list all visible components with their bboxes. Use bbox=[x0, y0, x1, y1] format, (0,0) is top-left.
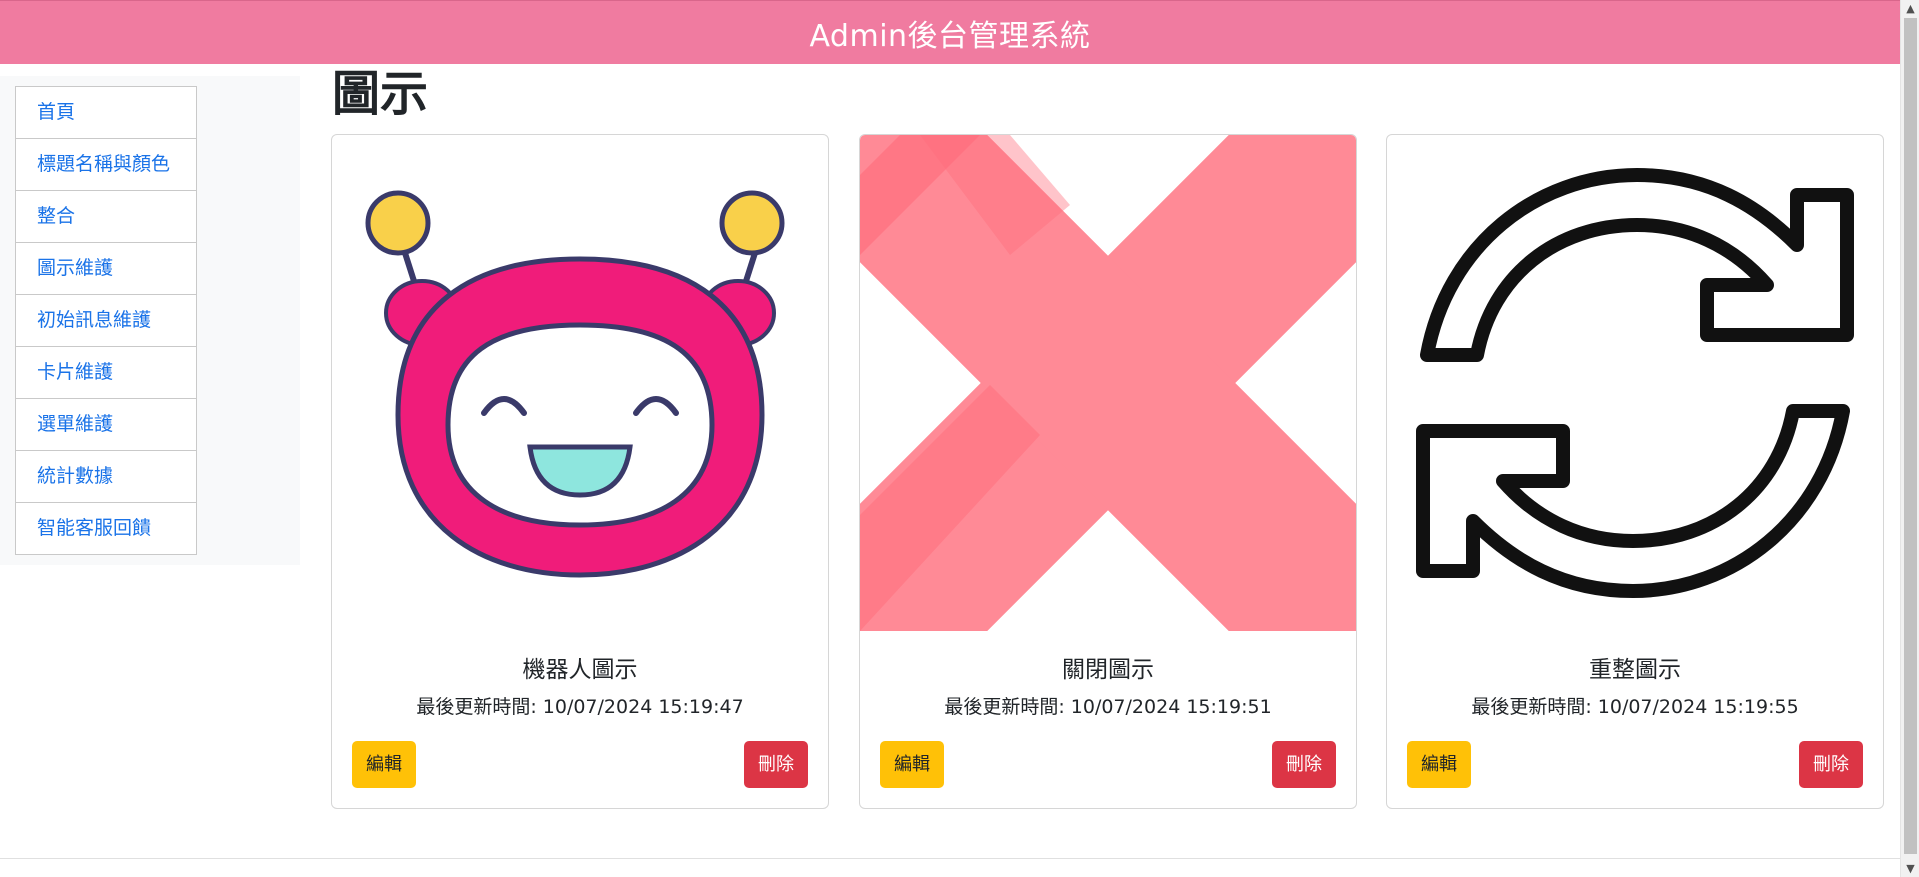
edit-button[interactable]: 編輯 bbox=[1407, 741, 1471, 788]
icon-card-refresh: 重整圖示 最後更新時間: 10/07/2024 15:19:55 編輯 刪除 bbox=[1386, 134, 1884, 809]
sidebar-item-integration[interactable]: 整合 bbox=[15, 191, 197, 243]
sidebar-item-feedback[interactable]: 智能客服回饋 bbox=[15, 503, 197, 555]
delete-button[interactable]: 刪除 bbox=[1799, 741, 1863, 788]
sidebar-item-initial-message[interactable]: 初始訊息維護 bbox=[15, 295, 197, 347]
scrollbar-thumb[interactable] bbox=[1904, 18, 1917, 854]
refresh-icon bbox=[1387, 135, 1883, 631]
delete-button[interactable]: 刪除 bbox=[1272, 741, 1336, 788]
scroll-up-icon[interactable]: ▲ bbox=[1901, 0, 1919, 17]
icon-card-robot: 機器人圖示 最後更新時間: 10/07/2024 15:19:47 編輯 刪除 bbox=[331, 134, 829, 809]
card-name: 關閉圖示 bbox=[1062, 657, 1154, 683]
delete-button[interactable]: 刪除 bbox=[744, 741, 808, 788]
sidebar-nav: 首頁 標題名稱與顏色 整合 圖示維護 初始訊息維護 卡片維護 選單維護 統計數據… bbox=[15, 86, 197, 555]
sidebar-item-icon-maintenance[interactable]: 圖示維護 bbox=[15, 243, 197, 295]
card-updated-time: 最後更新時間: 10/07/2024 15:19:51 bbox=[944, 696, 1272, 718]
sidebar-item-title-color[interactable]: 標題名稱與顏色 bbox=[15, 139, 197, 191]
page-title: 圖示 bbox=[332, 66, 429, 122]
sidebar-item-card-maintenance[interactable]: 卡片維護 bbox=[15, 347, 197, 399]
edit-button[interactable]: 編輯 bbox=[352, 741, 416, 788]
edit-button[interactable]: 編輯 bbox=[880, 741, 944, 788]
robot-icon bbox=[332, 135, 828, 631]
card-updated-time: 最後更新時間: 10/07/2024 15:19:47 bbox=[416, 696, 744, 718]
sidebar-item-menu-maintenance[interactable]: 選單維護 bbox=[15, 399, 197, 451]
card-name: 重整圖示 bbox=[1589, 657, 1681, 683]
card-updated-time: 最後更新時間: 10/07/2024 15:19:55 bbox=[1471, 696, 1799, 718]
scroll-down-icon[interactable]: ▼ bbox=[1901, 860, 1919, 877]
footer-divider bbox=[0, 858, 1900, 859]
vertical-scrollbar[interactable]: ▲ ▼ bbox=[1900, 0, 1919, 877]
card-name: 機器人圖示 bbox=[522, 657, 638, 683]
header-bar: Admin後台管理系統 bbox=[0, 0, 1900, 64]
close-icon bbox=[860, 135, 1356, 631]
sidebar-item-home[interactable]: 首頁 bbox=[15, 86, 197, 139]
icon-card-close: 關閉圖示 最後更新時間: 10/07/2024 15:19:51 編輯 刪除 bbox=[859, 134, 1357, 809]
sidebar-item-statistics[interactable]: 統計數據 bbox=[15, 451, 197, 503]
app-title: Admin後台管理系統 bbox=[809, 18, 1091, 54]
